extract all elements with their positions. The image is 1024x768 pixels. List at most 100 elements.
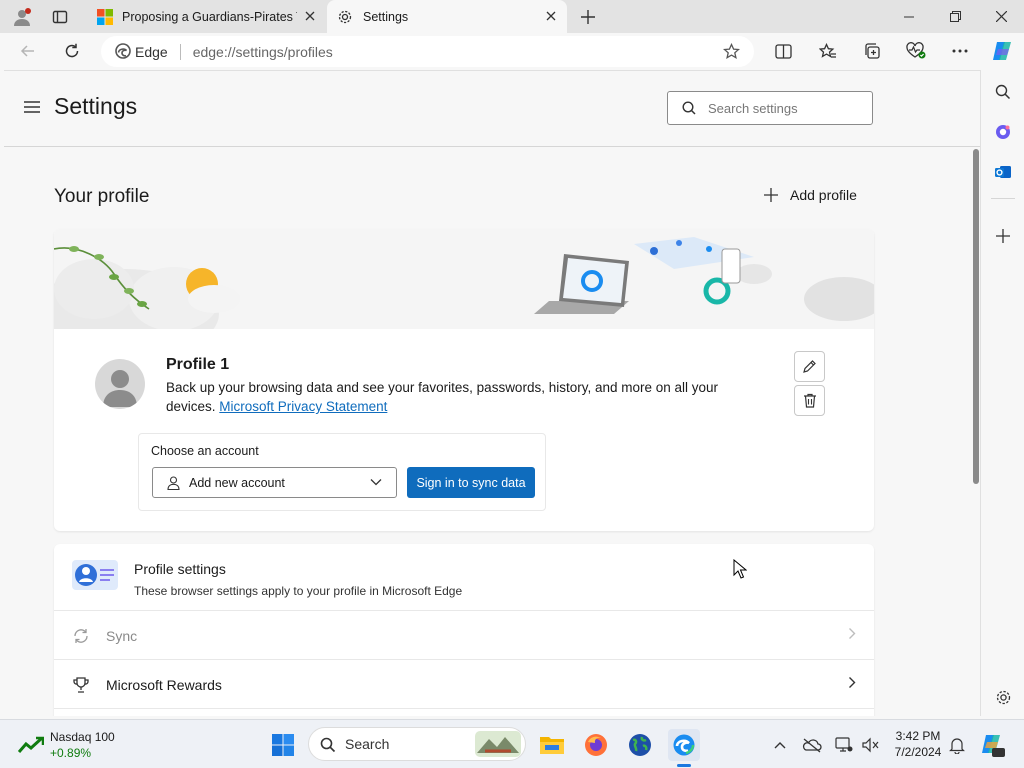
tab-strip: Proposing a Guardians-Pirates Tr Setting…: [0, 0, 1024, 33]
hamburger-menu-icon[interactable]: [23, 100, 41, 114]
taskbar-search-box[interactable]: Search: [308, 727, 526, 761]
search-placeholder: Search settings: [708, 100, 798, 116]
new-tab-icon[interactable]: [576, 5, 600, 29]
microsoft-rewards-label: Microsoft Rewards: [106, 677, 222, 693]
plus-icon: [764, 188, 778, 202]
toolbar: Edge edge://settings/profiles: [0, 33, 1024, 70]
taskbar-search-label: Search: [345, 736, 390, 752]
mouse-cursor-icon: [733, 559, 747, 579]
volume-icon[interactable]: [854, 729, 886, 761]
sync-label: Sync: [106, 628, 138, 644]
profile-settings-list: Profile settings These browser settings …: [54, 544, 874, 716]
avatar: [95, 359, 145, 409]
collections-icon[interactable]: [856, 37, 888, 65]
favorite-star-icon[interactable]: [723, 43, 740, 60]
chevron-right-icon: [848, 676, 856, 692]
tab-actions-icon[interactable]: [48, 5, 72, 29]
trophy-icon: [72, 676, 90, 694]
widget-title: Nasdaq 100: [50, 730, 115, 744]
add-profile-label: Add profile: [790, 187, 857, 203]
minimize-icon[interactable]: [886, 0, 932, 33]
close-window-icon[interactable]: [978, 0, 1024, 33]
profile-settings-subtitle: These browser settings apply to your pro…: [134, 584, 463, 598]
close-tab-icon[interactable]: [302, 8, 318, 24]
account-dropdown[interactable]: Add new account: [152, 467, 397, 498]
refresh-icon[interactable]: [56, 37, 88, 65]
tab-settings[interactable]: Settings: [327, 0, 567, 33]
account-label: Choose an account: [151, 444, 259, 458]
notifications-bell-icon[interactable]: [941, 729, 973, 761]
delete-profile-button[interactable]: [794, 385, 825, 416]
address-bar[interactable]: Edge edge://settings/profiles: [101, 36, 754, 67]
section-title: Your profile: [54, 186, 150, 207]
tab-title: Settings: [363, 9, 409, 24]
sign-in-sync-button[interactable]: Sign in to sync data: [407, 467, 535, 498]
trash-icon: [803, 393, 817, 408]
add-sidebar-app-icon[interactable]: [991, 224, 1015, 248]
edge-taskbar-icon[interactable]: [668, 729, 700, 761]
copilot-icon[interactable]: [986, 37, 1018, 65]
active-app-indicator: [677, 764, 691, 767]
tab-title: Proposing a Guardians-Pirates Tr: [122, 9, 297, 24]
copilot-preview-icon[interactable]: [976, 729, 1008, 761]
settings-header: Settings Search settings: [4, 71, 980, 147]
microsoft-rewards-row[interactable]: Microsoft Rewards: [54, 660, 874, 709]
globe-app-icon[interactable]: [624, 729, 656, 761]
copilot-sidebar-icon[interactable]: [991, 120, 1015, 144]
profile-settings-header: Profile settings These browser settings …: [54, 544, 874, 611]
search-highlight-image: [475, 731, 521, 757]
profile-name: Profile 1: [166, 356, 230, 373]
chevron-down-icon: [370, 478, 382, 486]
account-chooser: Choose an account Add new account Sign i…: [138, 433, 546, 511]
more-options-icon[interactable]: [944, 37, 976, 65]
stock-widget[interactable]: Nasdaq 100 +0.89%: [16, 728, 136, 762]
edit-profile-button[interactable]: [794, 351, 825, 382]
onedrive-icon[interactable]: [796, 729, 828, 761]
sync-icon: [72, 627, 90, 645]
profile-card: Profile 1 Back up your browsing data and…: [54, 229, 874, 531]
profile-settings-title: Profile settings: [134, 561, 226, 577]
settings-page: Settings Search settings Your profile Ad…: [4, 70, 980, 716]
outlook-icon[interactable]: [991, 160, 1015, 184]
sidebar-divider: [991, 198, 1015, 199]
gear-icon: [337, 9, 353, 25]
search-settings-input[interactable]: Search settings: [667, 91, 873, 125]
search-icon[interactable]: [991, 80, 1015, 104]
search-icon: [682, 101, 696, 115]
restore-icon[interactable]: [932, 0, 978, 33]
start-button-icon[interactable]: [267, 729, 299, 761]
split-screen-icon[interactable]: [767, 37, 799, 65]
tab-guardians-pirates[interactable]: Proposing a Guardians-Pirates Tr: [88, 0, 326, 33]
firefox-icon[interactable]: [580, 729, 612, 761]
url-text[interactable]: edge://settings/profiles: [193, 44, 333, 60]
favorites-icon[interactable]: [812, 37, 844, 65]
scrollbar[interactable]: [972, 147, 980, 716]
add-profile-button[interactable]: Add profile: [764, 187, 857, 203]
address-divider: [179, 43, 181, 60]
close-tab-icon[interactable]: [543, 8, 559, 24]
privacy-statement-link[interactable]: Microsoft Privacy Statement: [219, 399, 387, 414]
system-clock[interactable]: 3:42 PM 7/2/2024: [888, 728, 948, 760]
profile-settings-icon: [70, 558, 120, 592]
edge-logo-icon: [115, 43, 131, 59]
scrollbar-thumb[interactable]: [973, 149, 979, 484]
browser-essentials-icon[interactable]: [900, 37, 932, 65]
taskbar: Nasdaq 100 +0.89% Search 3:42 PM 7/2/202…: [0, 719, 1024, 768]
sync-row[interactable]: Sync: [54, 611, 874, 660]
search-icon: [320, 737, 336, 753]
account-dropdown-value: Add new account: [189, 475, 285, 490]
site-brand: Edge: [135, 43, 168, 60]
stock-chart-icon: [18, 736, 44, 754]
file-explorer-icon[interactable]: [536, 729, 568, 761]
chevron-right-icon: [848, 627, 856, 643]
profile-avatar-icon[interactable]: [10, 5, 34, 29]
edge-sidebar: [980, 70, 1024, 716]
microsoft-logo-icon: [97, 8, 113, 25]
show-hidden-icons-chevron-icon[interactable]: [764, 729, 796, 761]
back-icon[interactable]: [12, 37, 44, 65]
sidebar-settings-icon[interactable]: [991, 685, 1015, 709]
clock-time: 3:42 PM: [895, 729, 941, 743]
pencil-icon: [802, 359, 817, 374]
page-title: Settings: [54, 93, 138, 119]
clock-date: 7/2/2024: [894, 745, 942, 759]
